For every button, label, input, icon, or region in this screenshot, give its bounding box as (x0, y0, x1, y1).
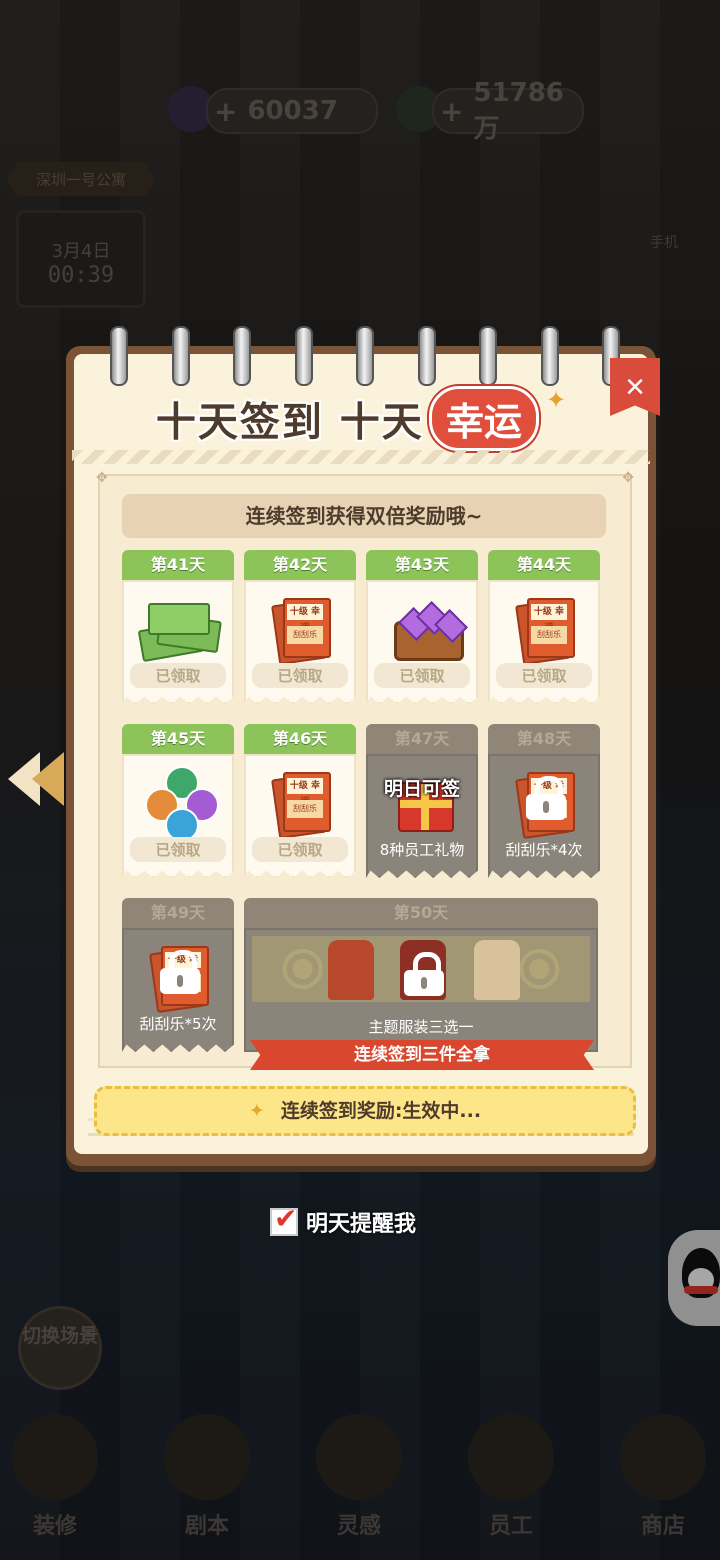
day-label: 第46天 (244, 724, 356, 754)
claimed-label: 已领取 (130, 837, 226, 862)
day-label: 第45天 (122, 724, 234, 754)
day-label: 第50天 (244, 898, 598, 928)
day-label: 第47天 (366, 724, 478, 754)
four-gems-icon (140, 766, 220, 842)
claimed-label: 已领取 (496, 663, 592, 688)
day-label: 第42天 (244, 550, 356, 580)
day-card-42[interactable]: 第42天 十级 幸运刮刮乐 已领取 (244, 550, 356, 708)
title-main: 十天签到 十天 (155, 399, 424, 446)
ticket-bottom-text: 刮刮乐 (287, 626, 323, 644)
remind-checkbox[interactable] (270, 1202, 298, 1236)
lock-icon (160, 950, 200, 994)
day-card-47[interactable]: 第47天 明日可签 8种员工礼物 (366, 724, 478, 882)
lock-icon (404, 952, 444, 996)
reward-label: 8种员工礼物 (379, 841, 465, 859)
notebook-rings (110, 326, 620, 386)
day-label: 第49天 (122, 898, 234, 928)
reward-label: 刮刮乐*5次 (139, 1015, 217, 1033)
reward-label: 主题服装三选一 (368, 1018, 474, 1036)
reward-panel: 连续签到获得双倍奖励哦~ 第41天 已领取 第42天 十级 幸运刮刮乐 已领取 … (96, 470, 634, 1070)
scratch-ticket-icon: 十级 幸运刮刮乐 (262, 766, 342, 840)
day-card-41[interactable]: 第41天 已领取 (122, 550, 234, 708)
claimed-label: 已领取 (130, 663, 226, 688)
ticket-top-text: 十级 幸运 (287, 604, 323, 633)
sparkle-icon: ✦ (546, 386, 567, 414)
title-highlight: 幸运 (428, 386, 539, 451)
claimed-label: 已领取 (252, 837, 348, 862)
bonus-ribbon: 连续签到三件全拿 (250, 1040, 594, 1070)
day-card-44[interactable]: 第44天 十级 幸运刮刮乐 已领取 (488, 550, 600, 708)
day-card-45[interactable]: 第45天 已领取 (122, 724, 234, 882)
scratch-ticket-icon: 十级 幸运刮刮乐 (262, 592, 342, 666)
ticket-top-text: 十级 幸运 (287, 778, 323, 807)
remind-label: 明天提醒我 (306, 1212, 417, 1237)
day-card-43[interactable]: 第43天 已领取 (366, 550, 478, 708)
lock-icon (526, 776, 566, 820)
gem-chest-icon (384, 592, 468, 662)
ticket-bottom-text: 刮刮乐 (531, 626, 567, 644)
ticket-top-text: 十级 幸运 (531, 604, 567, 633)
streak-status-text: 连续签到奖励:生效中... (280, 1100, 482, 1122)
outfit-beige-icon (474, 940, 520, 1000)
day-label: 第43天 (366, 550, 478, 580)
claimed-label: 已领取 (374, 663, 470, 688)
day-card-49[interactable]: 第49天 十级 幸运刮刮乐 刮刮乐*5次 (122, 898, 234, 1056)
day-card-50[interactable]: 第50天 主题服装三选一 连续签到三件全拿 (244, 898, 598, 1070)
modal-title: 十天签到 十天 幸运 ✦ (66, 386, 656, 451)
ticket-bottom-text: 刮刮乐 (287, 800, 323, 818)
scratch-ticket-icon: 十级 幸运刮刮乐 (506, 592, 586, 666)
signin-modal: 十天签到 十天 幸运 ✦ × 连续签到获得双倍奖励哦~ 第41天 已领取 第42… (66, 326, 660, 1166)
day-label: 第44天 (488, 550, 600, 580)
tomorrow-label: 明日可签 (383, 778, 460, 800)
remind-toggle[interactable]: 明天提醒我 (270, 1202, 417, 1238)
paper-tear (72, 450, 650, 464)
day-label: 第41天 (122, 550, 234, 580)
reward-label: 刮刮乐*4次 (505, 841, 583, 859)
cash-stack-icon (137, 592, 222, 663)
day-card-48[interactable]: 第48天 十级 幸运刮刮乐 刮刮乐*4次 (488, 724, 600, 882)
day-label: 第48天 (488, 724, 600, 754)
streak-status-bar: ✦ 连续签到奖励:生效中... (94, 1086, 636, 1136)
double-reward-banner: 连续签到获得双倍奖励哦~ (122, 494, 606, 538)
outfit-red-icon (328, 940, 374, 1000)
claimed-label: 已领取 (252, 663, 348, 688)
day-card-46[interactable]: 第46天 十级 幸运刮刮乐 已领取 (244, 724, 356, 882)
star-icon: ✦ (248, 1100, 265, 1122)
